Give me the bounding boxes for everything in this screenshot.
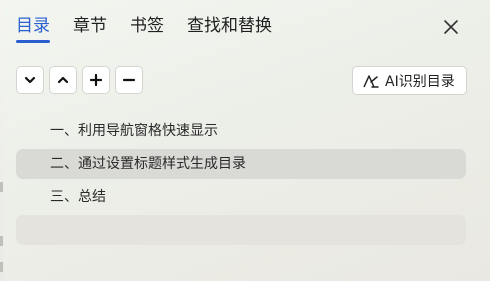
expand-button[interactable] xyxy=(16,66,44,94)
document-edge xyxy=(0,0,4,281)
tab-toc[interactable]: 目录 xyxy=(16,14,50,43)
outline-item[interactable]: 三、总结 xyxy=(16,182,466,212)
chevron-up-icon xyxy=(57,76,69,84)
tab-bookmarks[interactable]: 书签 xyxy=(130,14,164,38)
ai-recognize-toc-button[interactable]: AI识别目录 xyxy=(352,66,467,95)
ai-button-label: AI识别目录 xyxy=(385,73,455,90)
outline-list: 一、利用导航窗格快速显示 二、通过设置标题样式生成目录 三、总结 xyxy=(16,116,466,248)
add-heading-button[interactable] xyxy=(82,66,110,94)
tab-chapters[interactable]: 章节 xyxy=(73,14,107,38)
minus-icon xyxy=(122,78,136,82)
outline-item-empty[interactable] xyxy=(16,215,466,245)
tab-find-replace[interactable]: 查找和替换 xyxy=(187,14,272,38)
navigation-pane: 目录 章节 书签 查找和替换 AI识别目录 一、利用导航窗格快速显示 二、通过设… xyxy=(0,0,490,281)
edge-marker xyxy=(0,262,3,272)
close-button[interactable] xyxy=(438,14,464,40)
edge-marker xyxy=(0,236,3,246)
plus-icon xyxy=(89,73,103,87)
collapse-button[interactable] xyxy=(49,66,77,94)
outline-toolbar xyxy=(16,66,143,94)
outline-item[interactable]: 一、利用导航窗格快速显示 xyxy=(16,116,466,146)
remove-heading-button[interactable] xyxy=(115,66,143,94)
chevron-down-icon xyxy=(24,76,36,84)
tab-bar: 目录 章节 书签 查找和替换 xyxy=(16,14,295,43)
close-icon xyxy=(444,20,458,34)
outline-item-selected[interactable]: 二、通过设置标题样式生成目录 xyxy=(16,149,466,179)
edge-marker xyxy=(0,182,3,192)
ai-icon xyxy=(363,74,379,88)
